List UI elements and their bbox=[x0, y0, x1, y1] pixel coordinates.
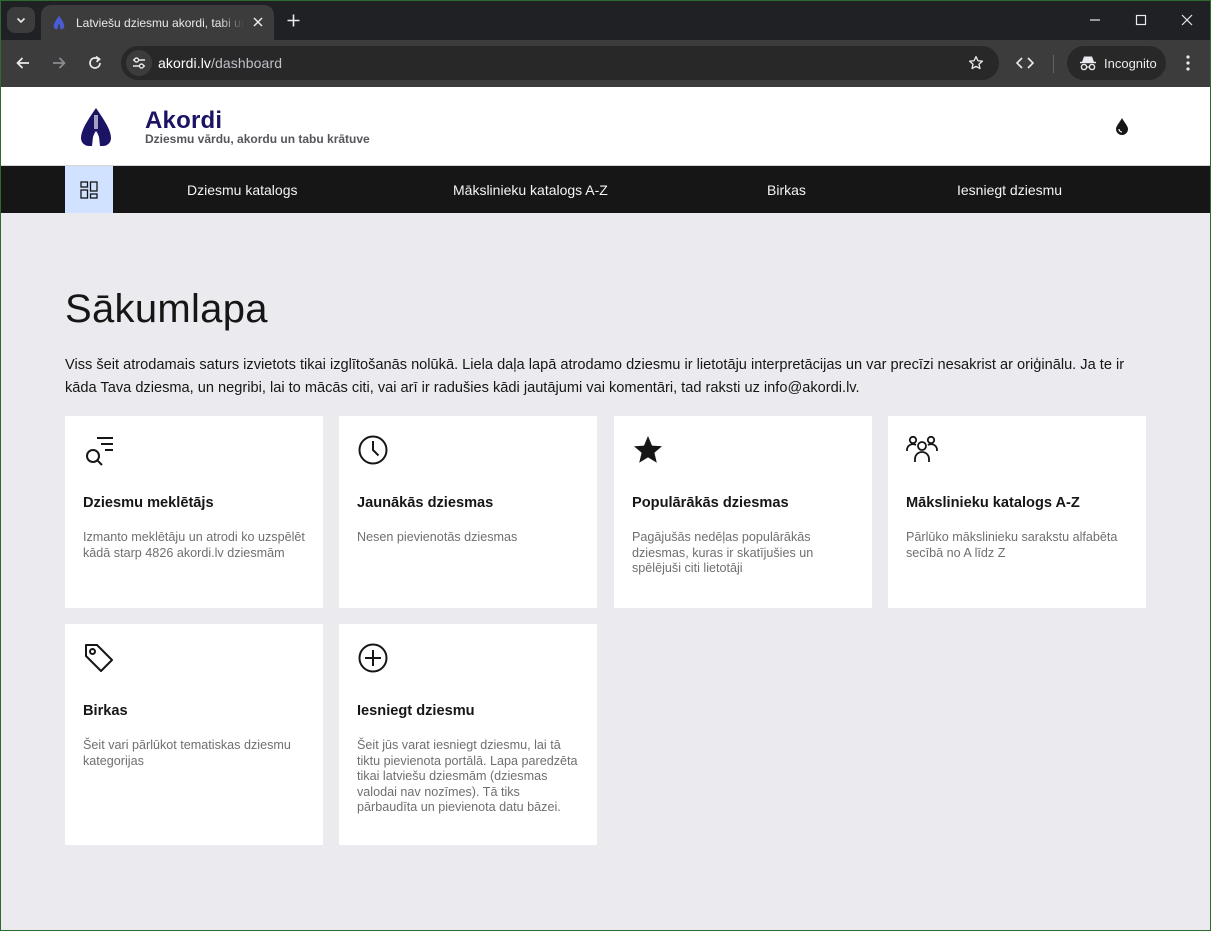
guitar-flame-logo-icon bbox=[81, 108, 111, 146]
card-title: Dziesmu meklētājs bbox=[83, 495, 214, 511]
reload-icon bbox=[89, 55, 101, 69]
close-window-button[interactable] bbox=[1172, 6, 1202, 34]
browser-tab-bar: Latviešu dziesmu akordi, tabi un dziesmu… bbox=[0, 0, 1211, 40]
browser-toolbar: akordi.lv/dashboard Incognito bbox=[0, 40, 1211, 87]
address-bar[interactable]: akordi.lv/dashboard bbox=[121, 46, 999, 80]
card-description: Šeit jūs varat iesniegt dziesmu, lai tā … bbox=[357, 738, 578, 815]
akordi-logo[interactable] bbox=[79, 107, 113, 147]
card-title: Mākslinieku katalogs A-Z bbox=[906, 495, 1080, 511]
site-info-button[interactable] bbox=[126, 50, 152, 76]
close-icon bbox=[1181, 14, 1193, 26]
brand-subtitle: Dziesmu vārdu, akordu un tabu krātuve bbox=[145, 132, 370, 146]
akordi-favicon-icon bbox=[51, 15, 67, 31]
maximize-icon bbox=[1135, 14, 1147, 26]
incognito-icon bbox=[1080, 56, 1096, 71]
close-icon bbox=[253, 17, 263, 27]
url-host: akordi.lv bbox=[158, 55, 212, 71]
card-newest-songs[interactable]: Jaunākās dziesmas Nesen pievienotās dzie… bbox=[339, 416, 597, 608]
site-header: Akordi Dziesmu vārdu, akordu un tabu krā… bbox=[1, 87, 1210, 166]
card-tags[interactable]: Birkas Šeit vari pārlūkot tematiskas dzi… bbox=[65, 624, 323, 845]
url-text: akordi.lv/dashboard bbox=[158, 55, 282, 71]
card-description: Pagājušās nedēļas populārākās dziesmas, … bbox=[632, 530, 814, 576]
bookmark-button[interactable] bbox=[967, 54, 985, 72]
dashboard-icon bbox=[80, 180, 98, 199]
card-description: Šeit vari pārlūkot tematiskas dziesmu ka… bbox=[83, 738, 291, 768]
plus-icon bbox=[287, 14, 299, 26]
water-drop-icon bbox=[1116, 118, 1128, 135]
nav-song-catalog[interactable]: Dziesmu katalogs bbox=[187, 166, 298, 213]
brand-title[interactable]: Akordi bbox=[145, 107, 222, 135]
minimize-icon bbox=[1090, 19, 1100, 21]
card-title: Jaunākās dziesmas bbox=[357, 495, 494, 511]
forward-button[interactable] bbox=[46, 50, 72, 76]
card-title: Iesniegt dziesmu bbox=[357, 703, 475, 719]
intro-text: Viss šeit atrodamais saturs izvietots ti… bbox=[65, 357, 1125, 396]
incognito-label: Incognito bbox=[1104, 55, 1157, 71]
tab-title: Latviešu dziesmu akordi, tabi un dziesmu… bbox=[76, 15, 244, 30]
nav-artist-catalog[interactable]: Mākslinieku katalogs A-Z bbox=[453, 166, 608, 213]
main-navigation: Dziesmu katalogs Mākslinieku katalogs A-… bbox=[1, 166, 1210, 213]
star-outline-icon bbox=[969, 56, 983, 70]
arrow-right-icon bbox=[53, 57, 66, 69]
code-icon bbox=[1016, 57, 1034, 69]
nav-tags[interactable]: Birkas bbox=[767, 166, 806, 213]
page-title: Sākumlapa bbox=[65, 287, 268, 331]
card-description: Pārlūko mākslinieku sarakstu alfabēta se… bbox=[906, 530, 1118, 560]
card-title: Populārākās dziesmas bbox=[632, 495, 789, 511]
tag-icon bbox=[83, 642, 115, 674]
tab-close-button[interactable] bbox=[250, 14, 266, 30]
card-submit-song[interactable]: Iesniegt dziesmu Šeit jūs varat iesniegt… bbox=[339, 624, 597, 845]
card-title: Birkas bbox=[83, 703, 128, 719]
card-artist-catalog[interactable]: Mākslinieku katalogs A-Z Pārlūko mākslin… bbox=[888, 416, 1146, 608]
theme-toggle-button[interactable] bbox=[1112, 115, 1132, 137]
card-description: Nesen pievienotās dziesmas bbox=[357, 530, 518, 544]
arrow-left-icon bbox=[16, 57, 29, 69]
reload-button[interactable] bbox=[82, 50, 108, 76]
dashboard-nav-button[interactable] bbox=[65, 166, 113, 213]
plus-circle-icon bbox=[357, 642, 389, 674]
minimize-button[interactable] bbox=[1080, 6, 1110, 34]
tab-search-button[interactable] bbox=[7, 7, 35, 33]
card-description: Izmanto meklētāju un atrodi ko uzspēlēt … bbox=[83, 530, 305, 560]
browser-menu-button[interactable] bbox=[1175, 50, 1201, 76]
back-button[interactable] bbox=[10, 50, 36, 76]
page-viewport: Akordi Dziesmu vārdu, akordu un tabu krā… bbox=[1, 87, 1210, 930]
browser-tab[interactable]: Latviešu dziesmu akordi, tabi un dziesmu… bbox=[41, 5, 274, 40]
devtools-button[interactable] bbox=[1012, 50, 1038, 76]
clock-icon bbox=[357, 434, 389, 466]
search-list-icon bbox=[83, 434, 115, 466]
users-icon bbox=[906, 434, 938, 466]
card-popular-songs[interactable]: Populārākās dziesmas Pagājušās nedēļas p… bbox=[614, 416, 872, 608]
maximize-button[interactable] bbox=[1126, 6, 1156, 34]
tune-icon bbox=[133, 57, 145, 69]
nav-submit-song[interactable]: Iesniegt dziesmu bbox=[957, 166, 1062, 213]
new-tab-button[interactable] bbox=[282, 9, 304, 31]
more-vert-icon bbox=[1186, 55, 1190, 71]
card-song-search[interactable]: Dziesmu meklētājs Izmanto meklētāju un a… bbox=[65, 416, 323, 608]
chevron-down-icon bbox=[16, 17, 26, 24]
incognito-button[interactable]: Incognito bbox=[1067, 46, 1166, 80]
star-icon bbox=[632, 434, 664, 466]
toolbar-divider bbox=[1053, 55, 1054, 73]
url-path: /dashboard bbox=[211, 55, 283, 71]
